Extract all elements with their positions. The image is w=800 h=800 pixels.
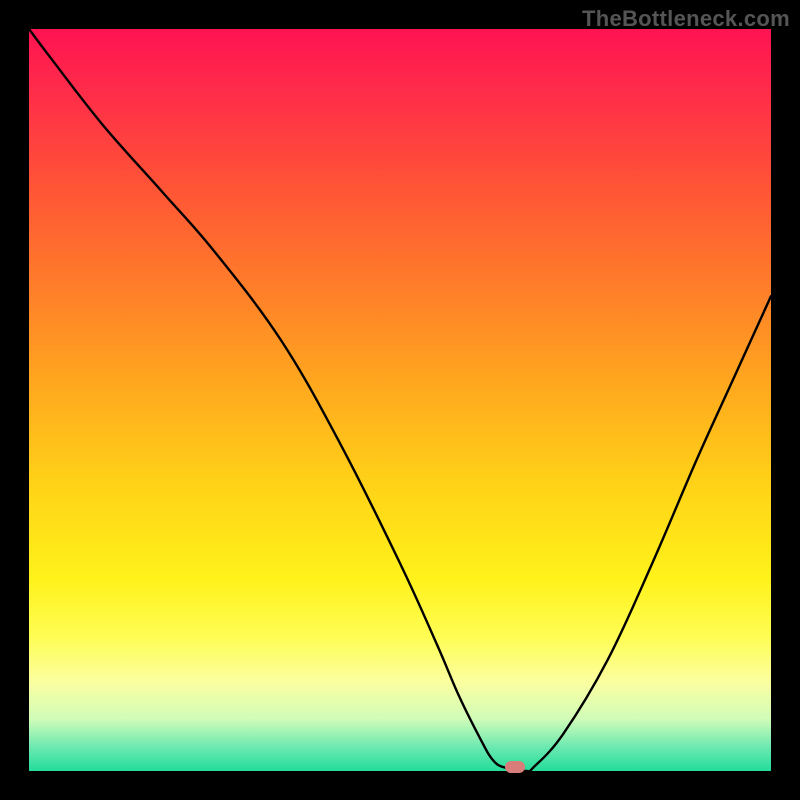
plot-area <box>29 29 771 771</box>
watermark-text: TheBottleneck.com <box>582 6 790 32</box>
optimum-marker <box>505 761 525 773</box>
chart-frame: TheBottleneck.com <box>0 0 800 800</box>
bottleneck-curve <box>29 29 771 771</box>
